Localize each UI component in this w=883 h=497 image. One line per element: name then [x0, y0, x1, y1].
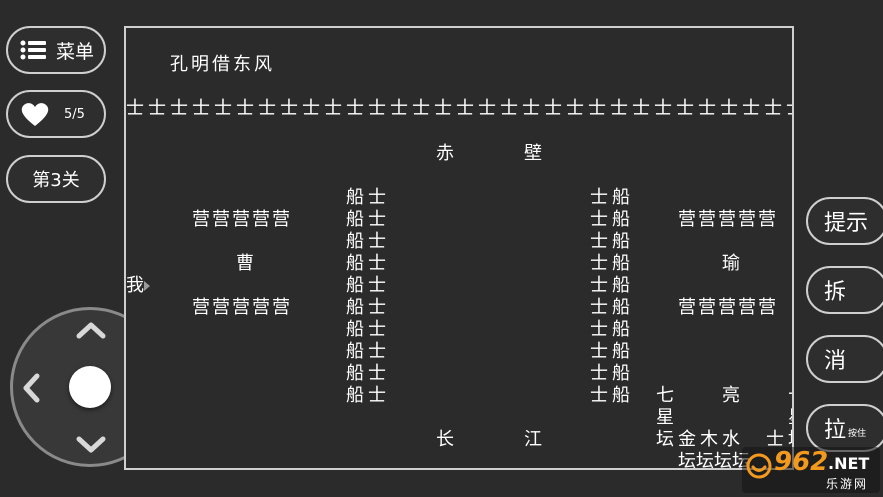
char-chi[interactable]: 赤 [436, 143, 454, 165]
game-board: 孔明借东风 士士士士士士士士士士士士士士士士士士士士士士士士士士士士士士士 赤 … [124, 26, 794, 470]
site-watermark: 962 .NET 乐游网 [742, 447, 880, 493]
hint-label: 提示 [824, 211, 869, 236]
split-button[interactable]: 拆 [806, 266, 883, 314]
pull-label: 拉 [824, 418, 847, 443]
watermark-suffix: .NET [828, 454, 870, 473]
ship-cell[interactable]: 船士 [346, 187, 390, 209]
ship-cell[interactable]: 士船 [590, 363, 634, 385]
ship-cell[interactable]: 士船 [590, 297, 634, 319]
watermark-number: 962 [774, 447, 829, 477]
ship-cell[interactable]: 士船 [590, 187, 634, 209]
menu-button[interactable]: 菜单 [6, 26, 106, 74]
player-pointer-icon [144, 281, 150, 291]
lives-count: 5/5 [64, 106, 85, 122]
joystick-knob[interactable] [69, 366, 111, 408]
char-xing[interactable]: 星 [656, 407, 674, 429]
char-jiang[interactable]: 江 [524, 429, 542, 451]
eliminate-button[interactable]: 消 [806, 335, 883, 383]
char-qi[interactable]: 七 [656, 385, 674, 407]
camp-row-right-2[interactable]: 营营营营营 [678, 297, 778, 319]
split-label: 拆 [824, 280, 847, 305]
lives-indicator: 5/5 [6, 90, 106, 138]
char-cao[interactable]: 曹 [236, 253, 254, 275]
soldier-row: 士士士士士士士士士士士士士士士士士士士士士士士士士士士士士士士 [126, 98, 794, 119]
hint-button[interactable]: 提示 [806, 197, 883, 245]
player-character[interactable]: 我 [126, 275, 144, 297]
ship-cell[interactable]: 船士 [346, 319, 390, 341]
ship-cell[interactable]: 士船 [590, 385, 634, 407]
ship-cell[interactable]: 士船 [590, 253, 634, 275]
pull-button[interactable]: 拉 按住 [806, 404, 883, 452]
ship-column-right[interactable]: 士船 士船 士船 士船 士船 士船 士船 士船 士船 士船 [590, 187, 634, 407]
ship-cell[interactable]: 船士 [346, 209, 390, 231]
ship-cell[interactable]: 船士 [346, 297, 390, 319]
char-shui[interactable]: 水 [722, 429, 740, 451]
edge-char-mid[interactable]: 星 [788, 407, 792, 429]
char-liang[interactable]: 亮 [722, 385, 740, 407]
smiley-logo-icon [746, 453, 772, 479]
ship-column-left[interactable]: 船士 船士 船士 船士 船士 船士 船士 船士 船士 船士 [346, 187, 390, 407]
heart-icon [21, 103, 49, 126]
char-tan[interactable]: 坛 [656, 429, 674, 451]
camp-row-right-1[interactable]: 营营营营营 [678, 209, 778, 231]
puzzle-title: 孔明借东风 [170, 54, 275, 75]
arrow-left-icon[interactable] [21, 372, 41, 404]
pull-hold-label: 按住 [848, 428, 867, 439]
char-yu[interactable]: 瑜 [722, 253, 740, 275]
char-mu[interactable]: 木 [700, 429, 718, 451]
edge-char-top[interactable]: 十 [788, 385, 792, 407]
level-button[interactable]: 第3关 [6, 155, 106, 203]
level-label: 第3关 [32, 170, 80, 191]
eliminate-label: 消 [824, 349, 847, 374]
arrow-down-icon[interactable] [75, 435, 107, 455]
watermark-sub: 乐游网 [826, 477, 869, 491]
char-jin[interactable]: 金 [678, 429, 696, 451]
ship-cell[interactable]: 士船 [590, 209, 634, 231]
menu-list-icon [20, 40, 46, 60]
ship-cell[interactable]: 船士 [346, 341, 390, 363]
altar-row[interactable]: 坛坛坛坛 [678, 451, 750, 468]
ship-cell[interactable]: 士船 [590, 319, 634, 341]
arrow-up-icon[interactable] [75, 320, 107, 340]
ship-cell[interactable]: 船士 [346, 231, 390, 253]
ship-cell[interactable]: 士船 [590, 341, 634, 363]
camp-row-left-2[interactable]: 营营营营营 [192, 297, 292, 319]
char-chang[interactable]: 长 [436, 429, 454, 451]
menu-label: 菜单 [56, 40, 95, 63]
ship-cell[interactable]: 船士 [346, 253, 390, 275]
camp-row-left-1[interactable]: 营营营营营 [192, 209, 292, 231]
ship-cell[interactable]: 船士 [346, 275, 390, 297]
ship-cell[interactable]: 士船 [590, 231, 634, 253]
ship-cell[interactable]: 船士 [346, 363, 390, 385]
ship-cell[interactable]: 士船 [590, 275, 634, 297]
ship-cell[interactable]: 船士 [346, 385, 390, 407]
char-bi[interactable]: 壁 [524, 143, 542, 165]
